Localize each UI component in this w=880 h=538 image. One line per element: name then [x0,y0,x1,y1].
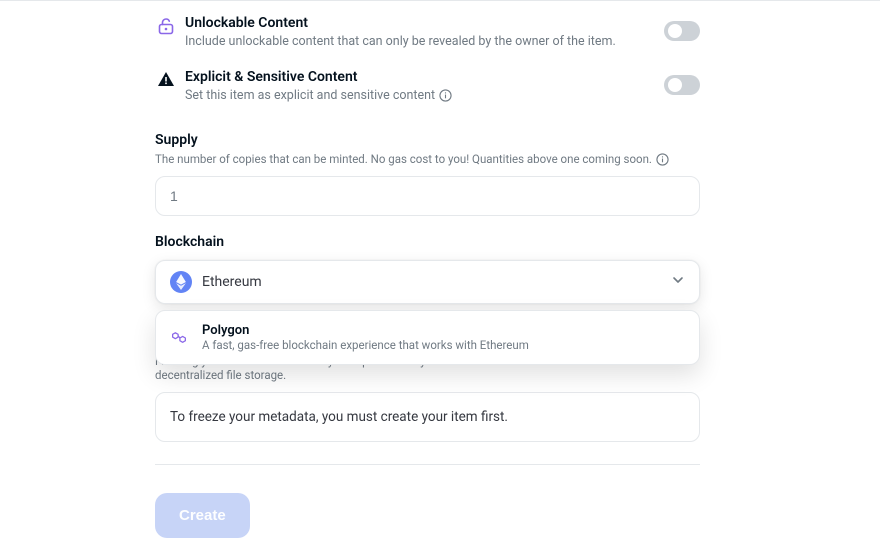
supply-section: Supply The number of copies that can be … [155,132,700,216]
freeze-notice: To freeze your metadata, you must create… [155,392,700,442]
explicit-toggle[interactable] [664,75,700,95]
ethereum-icon [170,271,192,293]
blockchain-selected: Ethereum [202,274,262,290]
unlockable-toggle[interactable] [664,21,700,41]
polygon-icon [168,327,190,349]
blockchain-section: Blockchain Ethereum [155,234,700,442]
warning-icon [155,69,177,87]
supply-input[interactable] [155,176,700,216]
supply-label: Supply [155,132,700,148]
blockchain-dropdown: Polygon A fast, gas-free blockchain expe… [155,310,700,365]
chevron-down-icon [671,273,685,291]
blockchain-select[interactable]: Ethereum [155,260,700,304]
create-button[interactable]: Create [155,493,250,538]
unlock-icon [155,15,177,35]
blockchain-label: Blockchain [155,234,700,250]
unlockable-row: Unlockable Content Include unlockable co… [155,15,700,69]
divider [155,464,700,465]
info-icon[interactable] [656,153,669,166]
info-icon[interactable] [439,89,452,102]
supply-hint: The number of copies that can be minted.… [155,152,652,166]
explicit-row: Explicit & Sensitive Content Set this it… [155,69,700,123]
unlockable-desc: Include unlockable content that can only… [185,33,700,51]
blockchain-option-polygon[interactable]: Polygon A fast, gas-free blockchain expe… [166,319,689,356]
option-polygon-title: Polygon [202,323,529,338]
explicit-desc: Set this item as explicit and sensitive … [185,87,435,105]
option-polygon-desc: A fast, gas-free blockchain experience t… [202,338,529,352]
explicit-title: Explicit & Sensitive Content [185,69,700,85]
unlockable-title: Unlockable Content [185,15,700,31]
